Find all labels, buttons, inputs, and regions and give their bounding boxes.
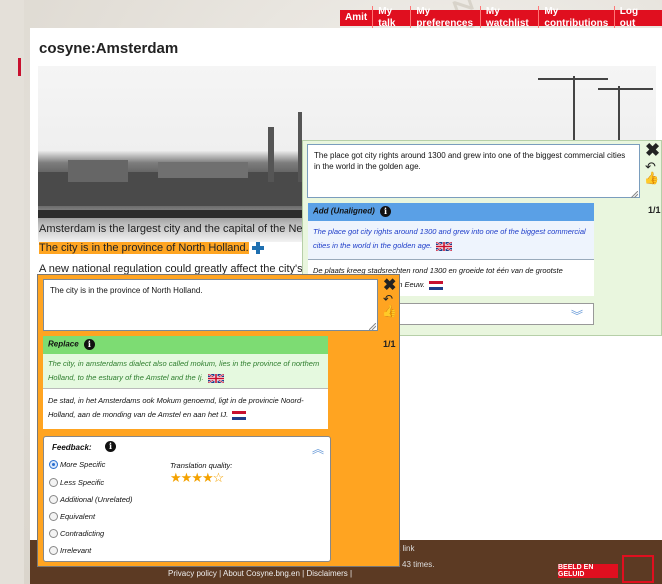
panel2-header: Replace i — [43, 336, 328, 354]
nl-flag-icon — [232, 410, 247, 420]
radio-icon[interactable] — [49, 495, 58, 504]
brand-logo-box — [622, 555, 654, 583]
panel2-text-input[interactable]: The city is in the province of North Hol… — [43, 279, 378, 331]
feedback-option-equivalent[interactable]: Equivalent — [49, 512, 95, 521]
info-icon[interactable]: i — [105, 441, 116, 452]
feedback-option-additional[interactable]: Additional (Unrelated) — [49, 495, 133, 504]
user-menu-bar: Amit My talk My preferences My watchlist… — [340, 6, 662, 30]
feedback-title: Feedback: — [52, 443, 92, 452]
feedback-option-less-specific[interactable]: Less Specific — [49, 478, 104, 487]
brand-logo: BEELD EN GELUID — [558, 564, 618, 578]
feedback-option-label: Equivalent — [60, 512, 96, 521]
panel1-count: 1/1 — [648, 205, 661, 215]
chevron-double-up-icon[interactable]: ︽ — [312, 440, 324, 457]
panel2-count: 1/1 — [383, 339, 396, 349]
usermenu-user[interactable]: Amit — [340, 12, 372, 24]
feedback-option-more-specific[interactable]: More Specific — [49, 460, 105, 469]
radio-icon[interactable] — [49, 546, 58, 555]
usermenu-my-preferences[interactable]: My preferences — [410, 6, 480, 30]
article-line-2: The city is in the province of North Hol… — [39, 242, 264, 255]
highlighted-sentence[interactable]: The city is in the province of North Hol… — [39, 242, 249, 254]
page-title: cosyne:Amsterdam — [39, 40, 179, 57]
panel2-source-text: The city, in amsterdams dialect also cal… — [43, 354, 328, 388]
feedback-option-irrelevant[interactable]: Irrelevant — [49, 546, 91, 555]
panel2-source-label: The city, in amsterdams dialect also cal… — [48, 359, 320, 382]
usermenu-my-contributions[interactable]: My contributions — [538, 6, 613, 30]
panel1-header: Add (Unaligned) i — [308, 203, 594, 221]
uk-flag-icon — [436, 241, 453, 251]
thumbs-up-icon[interactable]: 👍 — [644, 171, 659, 185]
resize-grip-icon[interactable] — [369, 323, 376, 330]
star-filled-icon[interactable]: ★ — [170, 470, 182, 485]
feedback-option-label: Additional (Unrelated) — [60, 495, 133, 504]
star-empty-icon[interactable]: ☆ — [213, 470, 225, 485]
feedback-option-contradicting[interactable]: Contradicting — [49, 529, 104, 538]
translation-quality-label: Translation quality: — [170, 461, 233, 470]
radio-icon[interactable] — [49, 478, 58, 487]
plus-icon[interactable] — [251, 242, 264, 255]
star-filled-icon[interactable]: ★ — [181, 470, 193, 485]
footer-partial-text-1: t link — [398, 544, 415, 553]
radio-icon[interactable] — [49, 529, 58, 538]
chevron-double-down-icon[interactable]: ︾ — [571, 307, 583, 324]
feedback-option-label: More Specific — [60, 460, 106, 469]
footer-partial-text-2: l 43 times. — [398, 560, 435, 569]
radio-selected-icon[interactable] — [49, 460, 58, 469]
info-icon[interactable]: i — [380, 206, 392, 217]
close-icon[interactable]: ✖ — [645, 141, 660, 159]
usermenu-log-out[interactable]: Log out — [613, 6, 654, 30]
feedback-box: Feedback: i ︽ More Specific Less Specifi… — [43, 436, 331, 562]
usermenu-my-watchlist[interactable]: My watchlist — [479, 6, 538, 30]
star-filled-icon[interactable]: ★ — [191, 470, 203, 485]
feedback-option-label: Contradicting — [60, 529, 105, 538]
radio-icon[interactable] — [49, 512, 58, 521]
usermenu-my-talk[interactable]: My talk — [372, 6, 410, 30]
feedback-option-label: Less Specific — [60, 478, 105, 487]
info-icon[interactable]: i — [83, 339, 95, 350]
feedback-option-label: Irrelevant — [60, 546, 92, 555]
panel2-target-label: De stad, in het Amsterdams ook Mokum gen… — [48, 396, 304, 419]
left-accent — [18, 58, 21, 76]
panel1-header-label: Add (Unaligned) — [313, 206, 375, 216]
panel1-source-text: The place got city rights around 1300 an… — [308, 221, 594, 259]
panel2-header-label: Replace — [48, 339, 79, 349]
left-strip — [0, 0, 24, 584]
thumbs-up-icon[interactable]: 👍 — [382, 304, 397, 318]
article-line-1: Amsterdam is the largest city and the ca… — [39, 223, 331, 235]
resize-grip-icon[interactable] — [631, 191, 638, 198]
uk-flag-icon — [207, 373, 224, 383]
footer-links[interactable]: Privacy policy | About Cosyne.bng.en | D… — [168, 569, 352, 578]
nl-flag-icon — [428, 280, 443, 290]
annotation-panel-replace: The city is in the province of North Hol… — [37, 274, 400, 567]
panel1-text-input[interactable]: The place got city rights around 1300 an… — [307, 144, 640, 198]
star-filled-icon[interactable]: ★ — [202, 470, 214, 485]
translation-quality-rating[interactable]: ★★★★☆ — [170, 470, 225, 486]
panel2-target-text: De stad, in het Amsterdams ook Mokum gen… — [43, 388, 328, 429]
